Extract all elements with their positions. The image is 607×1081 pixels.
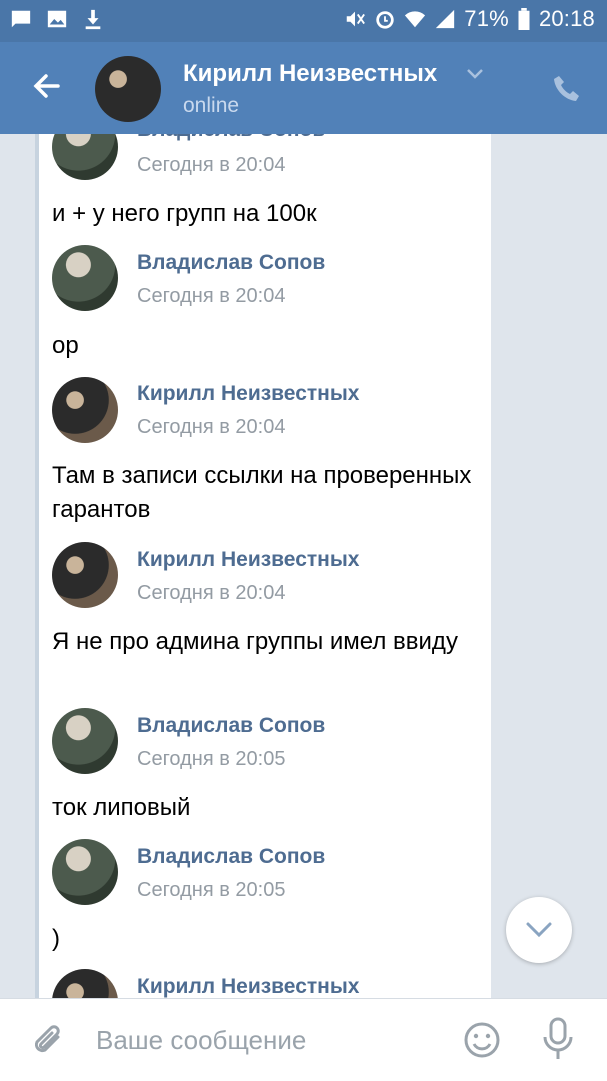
avatar[interactable] (52, 839, 118, 905)
message-text: ор (52, 332, 79, 359)
image-icon (47, 10, 67, 28)
scroll-down-button[interactable] (506, 897, 572, 963)
message-author[interactable]: Владислав Сопов (137, 134, 325, 142)
attach-icon[interactable] (30, 1021, 66, 1061)
chat-header: Кирилл Неизвестных online (0, 42, 607, 134)
message-text: Там в записи ссылки на проверенных гаран… (52, 462, 472, 523)
message-author[interactable]: Кирилл Неизвестных (137, 548, 359, 572)
message-author[interactable]: Владислав Сопов (137, 251, 325, 275)
message-time: Сегодня в 20:04 (137, 416, 286, 438)
message-time: Сегодня в 20:05 (137, 879, 286, 901)
contact-status: online (183, 94, 240, 117)
message-time: Сегодня в 20:04 (137, 285, 286, 307)
battery-icon (518, 8, 530, 30)
battery-percent: 71% (464, 6, 509, 31)
mute-icon (347, 11, 366, 27)
status-bar: 71% 20:18 (0, 0, 607, 42)
chevron-down-icon (526, 922, 552, 938)
wifi-icon (405, 11, 426, 28)
avatar[interactable] (52, 708, 118, 774)
message-icon (11, 10, 31, 28)
message-time: Сегодня в 20:04 (137, 154, 286, 176)
message-author[interactable]: Владислав Сопов (137, 845, 325, 869)
download-icon (85, 9, 101, 30)
chat-area[interactable]: Владислав Сопов Сегодня в 20:04 и + у не… (0, 134, 607, 998)
message-text: Я не про админа группы имел ввиду (52, 628, 458, 655)
clock: 20:18 (538, 6, 595, 31)
phone-icon[interactable] (553, 74, 581, 104)
message-composer: Ваше сообщение (0, 998, 607, 1081)
emoji-icon[interactable] (463, 1021, 501, 1059)
message-author[interactable]: Владислав Сопов (137, 714, 325, 738)
avatar[interactable] (52, 377, 118, 443)
message-text: ) (52, 925, 60, 952)
contact-avatar[interactable] (95, 56, 161, 122)
message-text: ток липовый (52, 794, 191, 821)
message-author[interactable]: Кирилл Неизвестных (137, 382, 359, 406)
message-author[interactable]: Кирилл Неизвестных (137, 975, 359, 998)
microphone-icon[interactable] (540, 1017, 576, 1061)
message-time: Сегодня в 20:04 (137, 582, 286, 604)
alarm-icon (376, 11, 395, 29)
signal-icon (436, 9, 455, 29)
back-arrow-icon[interactable] (26, 66, 66, 106)
contact-name[interactable]: Кирилл Неизвестных (183, 60, 437, 88)
message-input[interactable]: Ваше сообщение (96, 1025, 306, 1056)
avatar[interactable] (52, 245, 118, 311)
avatar[interactable] (52, 542, 118, 608)
message-text: и + у него групп на 100к (52, 200, 317, 227)
chevron-down-icon[interactable] (466, 68, 484, 80)
message-time: Сегодня в 20:05 (137, 748, 286, 770)
